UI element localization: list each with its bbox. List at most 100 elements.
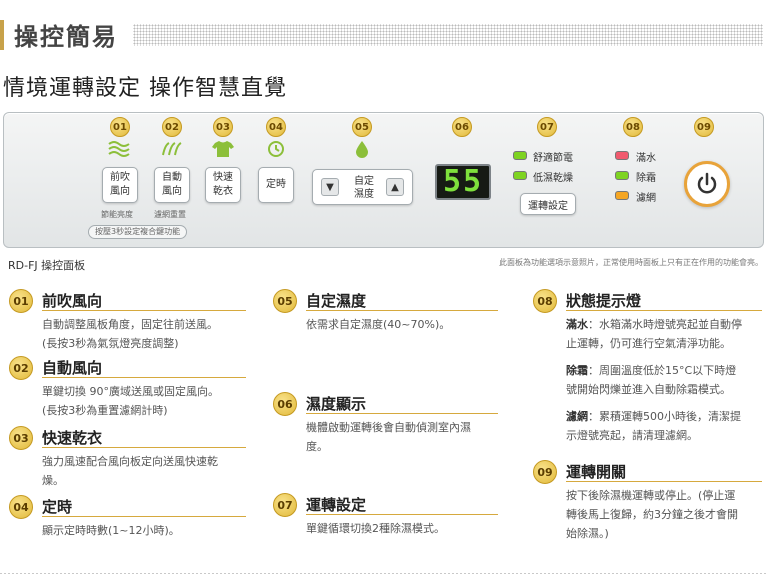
section-title: 前吹風向 <box>42 292 103 310</box>
timer-button[interactable]: 定時 <box>258 167 294 203</box>
timer-button-label: 定時 <box>266 179 286 190</box>
panel-badge-08: 08 <box>623 117 643 137</box>
section-title: 狀態提示燈 <box>566 292 642 310</box>
section-line: 轉後馬上復歸，約3分鐘之後才會開 <box>566 508 738 521</box>
section-line: ：周圍溫度低於15°C以下時燈 <box>588 364 737 377</box>
full-water-label: 滿水 <box>636 153 656 164</box>
section-badge: 06 <box>273 392 297 416</box>
section-body: 按下後除濕機運轉或停止。(停止運 轉後馬上復歸，約3分鐘之後才會開 始除濕。) <box>566 486 766 543</box>
bottom-divider <box>0 573 767 574</box>
section-title: 濕度顯示 <box>306 395 367 413</box>
section-line: 始除濕。) <box>566 527 609 540</box>
section-rule <box>306 310 498 311</box>
section-title: 自定濕度 <box>306 292 367 310</box>
section-line: 示燈號亮起，請清理濾網。 <box>566 429 698 442</box>
front-airflow-button[interactable]: 前吹 風向 <box>102 167 138 203</box>
humidity-up-button[interactable]: ▲ <box>386 178 404 196</box>
dry-mode-label: 低濕乾燥 <box>533 173 573 184</box>
page-title: 操控簡易 <box>14 23 118 51</box>
panel-badge-06: 06 <box>452 117 472 137</box>
panel-badge-04: 04 <box>266 117 286 137</box>
drop-icon <box>347 139 377 164</box>
panel-badge-09: 09 <box>694 117 714 137</box>
section-badge: 05 <box>273 289 297 313</box>
section-badge: 08 <box>533 289 557 313</box>
header-pattern <box>133 24 763 46</box>
mode-button[interactable]: 運轉設定 <box>520 193 576 215</box>
section-badge: 04 <box>9 495 33 519</box>
quick-dry-label-1: 快速 <box>213 172 233 183</box>
section-rule <box>42 310 246 311</box>
panel-badge-01: 01 <box>110 117 130 137</box>
section-rule <box>306 413 498 414</box>
section-line: ：水箱滿水時燈號亮起並自動停 <box>588 318 742 331</box>
dry-mode-led <box>513 171 527 180</box>
power-button[interactable] <box>684 161 730 207</box>
full-water-led <box>615 151 629 160</box>
section-title: 運轉設定 <box>306 496 367 514</box>
section-line: 依需求自定濕度(40~70%)。 <box>306 318 451 331</box>
section-badge: 07 <box>273 493 297 517</box>
section-title: 定時 <box>42 498 73 516</box>
section-line: (長按3秒為氣氛燈亮度調整) <box>42 337 179 350</box>
panel-note: 此面板為功能選項示意照片，正常使用時面板上只有正在作用的功能會亮。 <box>499 258 763 267</box>
humidity-label-1: 自定 <box>354 176 374 187</box>
timer-icon <box>261 139 291 164</box>
section-badge: 03 <box>9 426 33 450</box>
section-badge: 09 <box>533 460 557 484</box>
comfort-mode-label: 舒適節電 <box>533 153 573 164</box>
auto-airflow-label-2: 風向 <box>162 186 182 197</box>
section-body: 機體啟動運轉後會自動偵測室內濕 度。 <box>306 418 506 456</box>
section-body: 強力風速配合風向板定向送風快速乾 燥。 <box>42 452 252 490</box>
front-airflow-label-1: 前吹 <box>110 172 130 183</box>
section-rule <box>566 310 762 311</box>
section-title: 快速乾衣 <box>42 429 103 447</box>
combo-key-hint: 按壓3秒設定複合鍵功能 <box>88 225 188 239</box>
section-line: 機體啟動運轉後會自動偵測室內濕 <box>306 421 471 434</box>
section-title: 自動風向 <box>42 359 103 377</box>
header-accent-bar <box>0 20 4 50</box>
status-term: 濾網 <box>566 410 588 423</box>
page-subtitle: 情境運轉設定 操作智慧直覺 <box>3 76 287 101</box>
section-body: 單鍵切換 90°廣域送風或固定風向。 (長按3秒為重置濾網計時) <box>42 382 252 420</box>
section-line: 按下後除濕機運轉或停止。(停止運 <box>566 489 736 502</box>
quick-dry-label-2: 乾衣 <box>213 186 233 197</box>
section-line: 單鍵切換 90°廣域送風或固定風向。 <box>42 385 219 398</box>
humidity-down-button[interactable]: ▼ <box>321 178 339 196</box>
humidity-control: ▼ 自定 濕度 ▲ <box>312 169 413 205</box>
section-body: 顯示定時時數(1~12小時)。 <box>42 521 252 540</box>
front-airflow-label-2: 風向 <box>110 186 130 197</box>
section-rule <box>42 447 246 448</box>
filter-label: 濾網 <box>636 193 656 204</box>
defrost-label: 除霜 <box>636 173 656 184</box>
panel-badge-07: 07 <box>537 117 557 137</box>
section-badge: 01 <box>9 289 33 313</box>
status-item-filter: 濾網：累積運轉500小時後，清潔提 示燈號亮起，請清理濾網。 <box>566 407 766 445</box>
status-item-full-water: 滿水：水箱滿水時燈號亮起並自動停 止運轉，仍可進行空氣清淨功能。 <box>566 315 766 353</box>
section-rule <box>42 516 246 517</box>
swing-icon <box>157 139 187 164</box>
wind-icon <box>105 139 135 164</box>
comfort-mode-led <box>513 151 527 160</box>
section-title: 運轉開關 <box>566 463 627 481</box>
power-icon <box>697 172 717 194</box>
humidity-label-2: 濕度 <box>354 189 374 200</box>
section-body: 滿水：水箱滿水時燈號亮起並自動停 止運轉，仍可進行空氣清淨功能。 除霜：周圍溫度… <box>566 315 766 453</box>
control-panel: 01 02 03 04 05 06 07 08 09 前吹 風向 自動 風向 快速乾… <box>3 112 764 248</box>
filter-reset-label: 濾網重置 <box>154 210 186 219</box>
section-rule <box>566 481 762 482</box>
section-body: 依需求自定濕度(40~70%)。 <box>306 315 506 334</box>
humidity-display: 55 <box>435 164 491 200</box>
section-body: 單鍵循環切換2種除濕模式。 <box>306 519 506 538</box>
quick-dry-button[interactable]: 快速 乾衣 <box>205 167 241 203</box>
panel-badge-05: 05 <box>352 117 372 137</box>
section-badge: 02 <box>9 356 33 380</box>
status-item-defrost: 除霜：周圍溫度低於15°C以下時燈 號開始閃爍並進入自動除霜模式。 <box>566 361 766 399</box>
section-line: 止運轉，仍可進行空氣清淨功能。 <box>566 337 731 350</box>
section-line: 號開始閃爍並進入自動除霜模式。 <box>566 383 731 396</box>
section-line: 強力風速配合風向板定向送風快速乾 <box>42 455 218 468</box>
panel-badge-02: 02 <box>162 117 182 137</box>
defrost-led <box>615 171 629 180</box>
section-rule <box>306 514 498 515</box>
auto-airflow-button[interactable]: 自動 風向 <box>154 167 190 203</box>
